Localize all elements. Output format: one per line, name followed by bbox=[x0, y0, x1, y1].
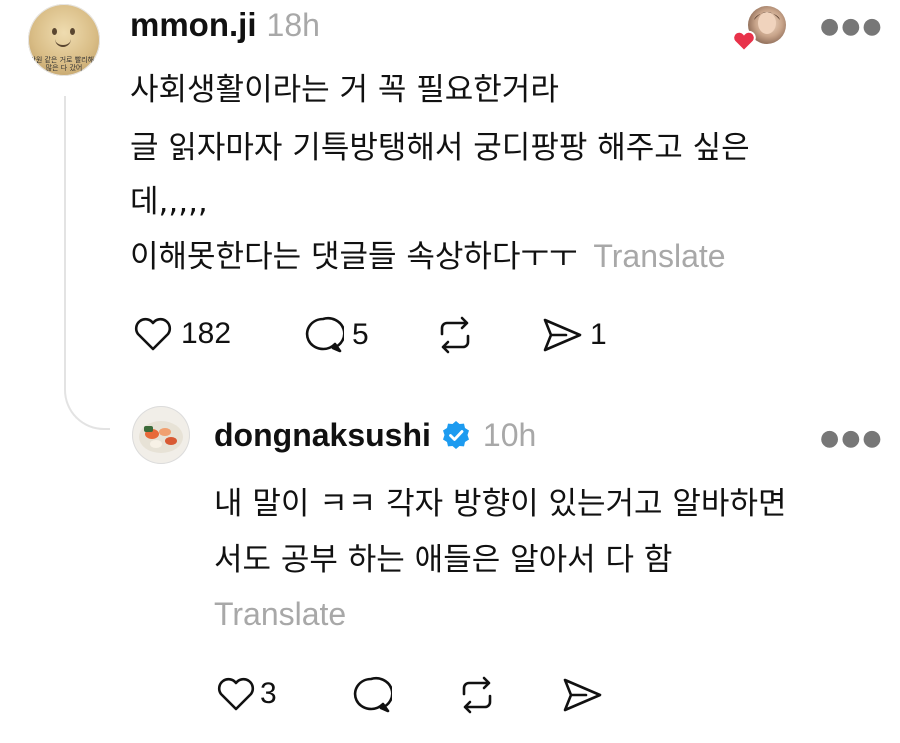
repost-icon bbox=[440, 316, 470, 354]
share-count: 1 bbox=[590, 318, 607, 351]
send-icon bbox=[543, 318, 582, 352]
avatar-eye bbox=[70, 28, 75, 35]
reply-timestamp: 10h bbox=[482, 417, 537, 453]
send-icon bbox=[563, 678, 602, 712]
comment-icon bbox=[353, 677, 392, 713]
reply-avatar[interactable] bbox=[132, 406, 190, 464]
avatar-caption: 만원 같은 거로 빨리해 / 많은 다 갔어 bbox=[29, 56, 99, 72]
reply-share-button[interactable] bbox=[560, 674, 604, 716]
post-line: 데,,,,, bbox=[130, 184, 208, 220]
reply-like-button[interactable]: 3 bbox=[216, 676, 277, 712]
post-line: 사회생활이라는 거 꼭 필요한거라 bbox=[130, 72, 559, 108]
like-count: 182 bbox=[181, 317, 232, 350]
repost-button[interactable] bbox=[434, 314, 476, 356]
reply-like-count: 3 bbox=[260, 677, 277, 710]
thread-line bbox=[64, 96, 66, 386]
comment-icon bbox=[305, 317, 344, 353]
reply-username[interactable]: dongnaksushi bbox=[214, 419, 431, 451]
post-header: mmon.ji 18h bbox=[130, 8, 320, 41]
reply-comment-button[interactable] bbox=[350, 674, 392, 716]
avatar-mouth bbox=[55, 38, 71, 47]
reply-repost-button[interactable] bbox=[456, 674, 498, 716]
reply-header: dongnaksushi 10h bbox=[214, 419, 536, 451]
reply-more-icon[interactable]: ●●● bbox=[820, 428, 884, 450]
post-line-last: 이해못한다는 댓글들 속상하다ㅜㅜ Translate bbox=[130, 236, 850, 277]
comment-button[interactable]: 5 bbox=[302, 314, 369, 356]
reply-line: 서도 공부 하는 애들은 알아서 다 함 bbox=[214, 542, 673, 578]
post-line: 이해못한다는 댓글들 속상하다ㅜㅜ bbox=[130, 239, 578, 275]
post-line: 글 읽자마자 기특방탱해서 궁디팡팡 해주고 싶은 bbox=[130, 130, 750, 166]
heart-icon bbox=[217, 677, 255, 711]
timestamp: 18h bbox=[266, 7, 320, 43]
heart-icon bbox=[134, 317, 172, 351]
like-button[interactable]: 182 bbox=[133, 316, 231, 352]
avatar-eye bbox=[52, 28, 57, 35]
liked-heart-icon bbox=[732, 30, 756, 56]
share-button[interactable]: 1 bbox=[540, 314, 607, 356]
more-icon[interactable]: ●●● bbox=[820, 16, 884, 38]
translate-link[interactable]: Translate bbox=[593, 238, 725, 274]
comment-count: 5 bbox=[352, 318, 369, 351]
reply-body: 내 말이 ㅋㅋ 각자 방향이 있는거고 알바하면 서도 공부 하는 애들은 알아… bbox=[214, 484, 874, 634]
avatar[interactable]: 만원 같은 거로 빨리해 / 많은 다 갔어 bbox=[28, 4, 100, 76]
repost-icon bbox=[462, 676, 492, 714]
verified-badge-icon bbox=[442, 421, 469, 449]
thread-connector bbox=[64, 384, 110, 430]
reply-translate-link[interactable]: Translate bbox=[214, 594, 874, 634]
username[interactable]: mmon.ji bbox=[130, 8, 257, 41]
post-body: 사회생활이라는 거 꼭 필요한거라 글 읽자마자 기특방탱해서 궁디팡팡 해주고… bbox=[130, 70, 850, 277]
reply-line: 내 말이 ㅋㅋ 각자 방향이 있는거고 알바하면 bbox=[214, 486, 787, 522]
